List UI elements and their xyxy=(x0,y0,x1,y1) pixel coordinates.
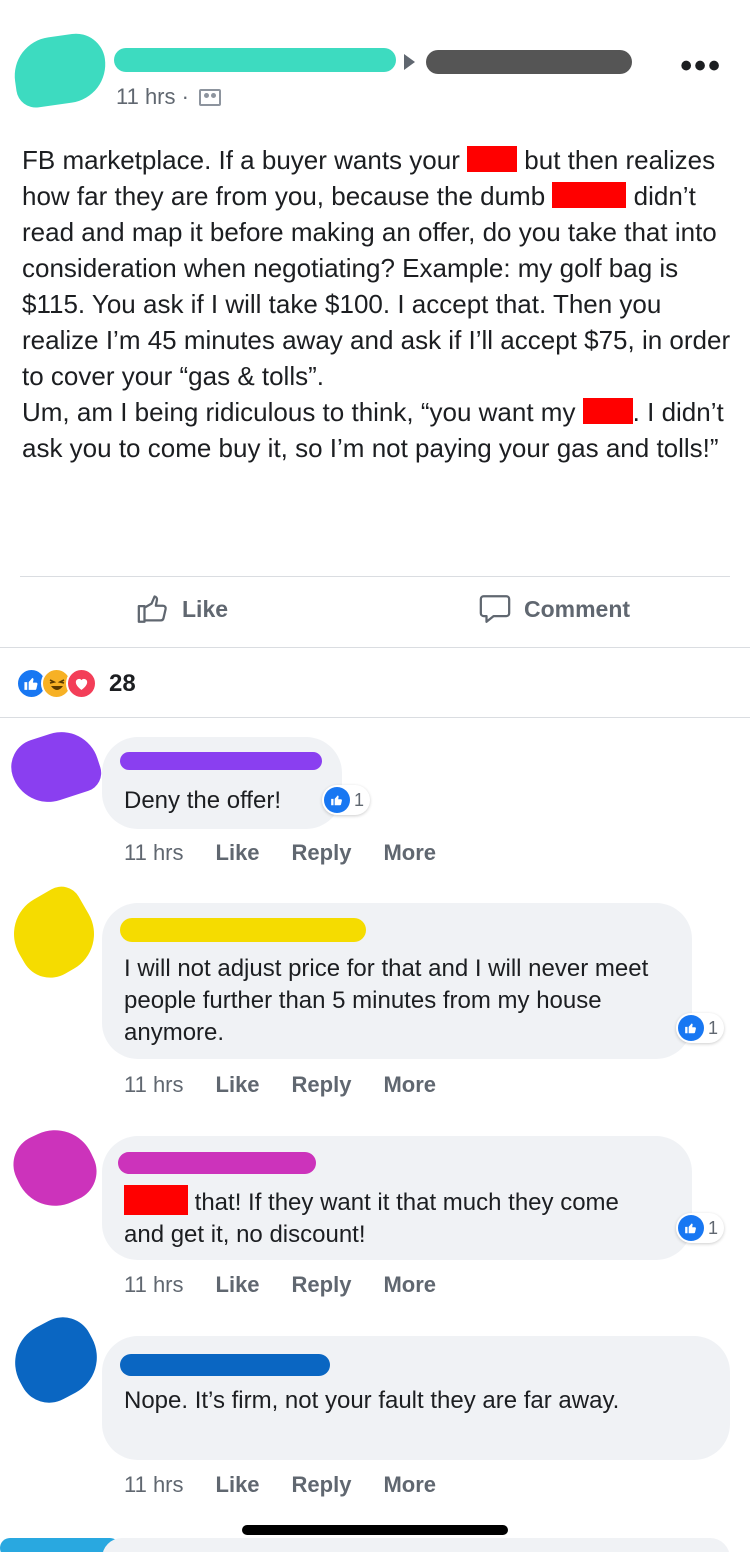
redaction-box xyxy=(124,1185,188,1215)
comment-text-part: that! If they want it that much they com… xyxy=(124,1189,619,1248)
like-icon xyxy=(678,1015,704,1041)
redaction-box xyxy=(467,146,518,172)
home-indicator xyxy=(242,1525,508,1535)
post-author-avatar-redacted[interactable] xyxy=(9,29,111,111)
comment-reaction[interactable]: 1 xyxy=(676,1013,725,1043)
commenter-avatar-redacted[interactable] xyxy=(3,1117,107,1219)
comment-time: 11 hrs xyxy=(124,1072,184,1097)
next-commenter-avatar-redacted[interactable] xyxy=(0,1538,120,1552)
comment-reaction-count: 1 xyxy=(708,1017,719,1038)
comment-more-link[interactable]: More xyxy=(383,1272,436,1298)
redaction-box xyxy=(552,182,627,208)
commenter-avatar-redacted[interactable] xyxy=(0,879,109,989)
group-name-redacted[interactable] xyxy=(426,50,632,74)
comment-text: that! If they want it that much they com… xyxy=(124,1185,664,1251)
comment-more-link[interactable]: More xyxy=(383,840,436,866)
divider xyxy=(0,717,750,718)
comment-meta: 11 hrs Like Reply More xyxy=(124,1472,468,1498)
love-icon xyxy=(66,668,97,699)
comment-meta: 11 hrs Like Reply More xyxy=(124,1072,468,1098)
comment-meta: 11 hrs Like Reply More xyxy=(124,840,468,866)
comment-reply-link[interactable]: Reply xyxy=(292,1272,352,1298)
arrow-right-icon xyxy=(404,54,415,70)
more-options-icon[interactable]: ••• xyxy=(680,49,722,83)
reactions-summary[interactable]: 28 xyxy=(16,668,136,699)
comment-more-link[interactable]: More xyxy=(383,1472,436,1498)
comment-reaction-count: 1 xyxy=(708,1217,719,1238)
comment-bubble[interactable] xyxy=(102,1538,730,1552)
post-timestamp: 11 hrs · xyxy=(116,84,221,110)
comment-like-link[interactable]: Like xyxy=(216,1472,260,1498)
comment-reply-link[interactable]: Reply xyxy=(292,1072,352,1098)
redaction-box xyxy=(582,398,633,424)
commenter-name-redacted[interactable] xyxy=(120,918,366,942)
like-icon xyxy=(324,787,350,813)
like-label: Like xyxy=(182,595,229,622)
like-button[interactable]: Like xyxy=(136,592,228,626)
comment-like-link[interactable]: Like xyxy=(216,1272,260,1298)
comment-text: Deny the offer! xyxy=(124,787,281,814)
post-text: FB marketplace. If a buyer wants your bu… xyxy=(22,142,732,466)
comment-like-link[interactable]: Like xyxy=(216,840,260,866)
comment-time: 11 hrs xyxy=(124,840,184,865)
commenter-name-redacted[interactable] xyxy=(120,752,322,770)
divider xyxy=(20,576,730,577)
comment-reply-link[interactable]: Reply xyxy=(292,1472,352,1498)
commenter-name-redacted[interactable] xyxy=(118,1152,316,1174)
post-text-part: Um, am I being ridiculous to think, “you… xyxy=(22,397,583,427)
group-audience-icon xyxy=(198,88,221,106)
comment-outline-icon xyxy=(479,595,511,623)
divider xyxy=(0,647,750,648)
comment-meta: 11 hrs Like Reply More xyxy=(124,1272,468,1298)
comment-time: 11 hrs xyxy=(124,1272,184,1297)
comment-reaction-count: 1 xyxy=(354,789,365,810)
commenter-avatar-redacted[interactable] xyxy=(1,1306,111,1414)
comment-reply-link[interactable]: Reply xyxy=(292,840,352,866)
comment-reaction[interactable]: 1 xyxy=(322,785,371,815)
post-time-text: 11 hrs · xyxy=(116,84,189,109)
post-author-name-redacted[interactable] xyxy=(114,48,396,72)
commenter-avatar-redacted[interactable] xyxy=(3,722,107,812)
comment-label: Comment xyxy=(524,595,631,622)
comment-button[interactable]: Comment xyxy=(478,592,630,626)
comment-text: I will not adjust price for that and I w… xyxy=(124,955,649,1046)
post-text-part: didn’t read and map it before making an … xyxy=(22,181,731,391)
comment-like-link[interactable]: Like xyxy=(216,1072,260,1098)
comment-text: Nope. It’s firm, not your fault they are… xyxy=(124,1387,620,1414)
comment-more-link[interactable]: More xyxy=(383,1072,436,1098)
comment-time: 11 hrs xyxy=(124,1472,184,1497)
reaction-count: 28 xyxy=(109,669,136,697)
comment-reaction[interactable]: 1 xyxy=(676,1213,725,1243)
commenter-name-redacted[interactable] xyxy=(120,1354,330,1376)
like-outline-icon xyxy=(137,595,167,623)
post-text-part: FB marketplace. If a buyer wants your xyxy=(22,145,468,175)
like-icon xyxy=(678,1215,704,1241)
